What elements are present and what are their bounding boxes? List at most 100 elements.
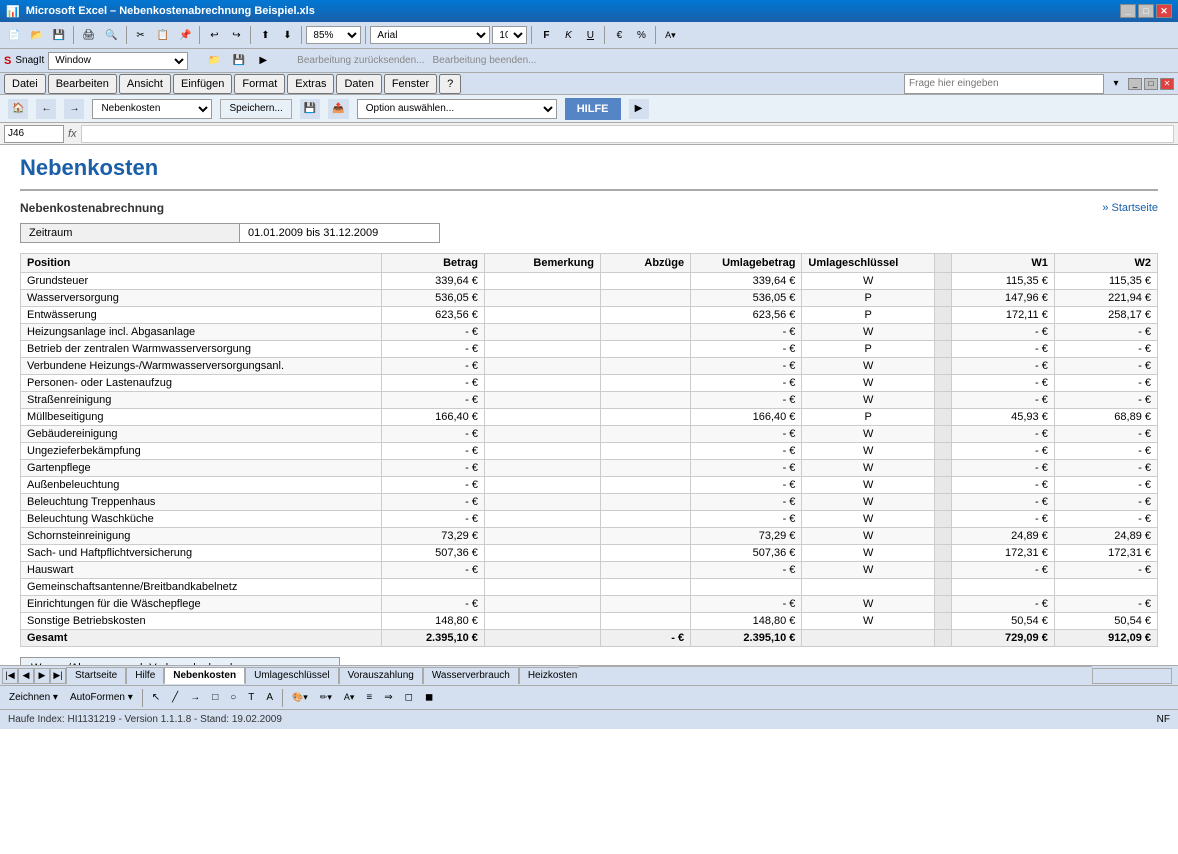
sheet-tab[interactable]: Startseite <box>66 667 126 684</box>
table-row: Straßenreinigung- €- €W- €- € <box>21 392 1158 409</box>
hilfe-button[interactable]: HILFE <box>565 98 621 120</box>
sheet-tabs-container: StartseiteHilfeNebenkostenUmlageschlüsse… <box>66 667 579 684</box>
draw-line-color[interactable]: ✏▾ <box>315 689 337 707</box>
col-umlagebetrag: Umlagebetrag <box>691 254 802 273</box>
menu-daten[interactable]: Daten <box>336 74 381 94</box>
currency-button[interactable]: € <box>609 25 629 45</box>
menu-bar: Datei Bearbeiten Ansicht Einfügen Format… <box>0 73 1178 95</box>
menu-bearbeiten[interactable]: Bearbeiten <box>48 74 117 94</box>
sep1 <box>73 26 74 44</box>
close-button[interactable]: ✕ <box>1156 4 1172 18</box>
fontsize-combo[interactable]: 10 <box>492 26 527 44</box>
draw-line[interactable]: ╱ <box>167 689 183 707</box>
menu-extras[interactable]: Extras <box>287 74 334 94</box>
italic-button[interactable]: K <box>558 25 578 45</box>
help-search-button[interactable]: ▾ <box>1106 74 1126 94</box>
zoom-combo[interactable]: 85%100%75% <box>306 26 361 44</box>
nav-section-combo[interactable]: Nebenkosten <box>92 99 212 119</box>
nav-option-combo[interactable]: Option auswählen... <box>357 99 557 119</box>
nav-back-button[interactable]: ← <box>36 99 56 119</box>
snagit-btn1[interactable]: 📁 <box>204 51 224 71</box>
table-row: Heizungsanlage incl. Abgasanlage- €- €W-… <box>21 324 1158 341</box>
table-row: Einrichtungen für die Wäschepflege- €- €… <box>21 596 1158 613</box>
print-button[interactable]: 🖨 <box>78 25 99 45</box>
draw-shadow[interactable]: ◻ <box>400 689 418 707</box>
sep6 <box>365 26 366 44</box>
draw-3d[interactable]: ◼ <box>420 689 438 707</box>
snagit-btn3[interactable]: ▶ <box>253 51 273 71</box>
draw-font-color[interactable]: A▾ <box>339 689 360 707</box>
font-color-button[interactable]: A▾ <box>660 25 680 45</box>
help-maximize[interactable]: □ <box>1144 78 1158 90</box>
window-combo[interactable]: Window <box>48 52 188 70</box>
snagit-label: SnagIt <box>15 55 44 66</box>
nav-save-icon2[interactable]: 📤 <box>328 99 348 119</box>
nav-home-button[interactable]: 🏠 <box>8 99 28 119</box>
new-button[interactable]: 📄 <box>4 25 24 45</box>
nav-save-icon1[interactable]: 💾 <box>300 99 320 119</box>
menu-ansicht[interactable]: Ansicht <box>119 74 171 94</box>
zeichnen-button[interactable]: Zeichnen ▾ <box>4 689 63 707</box>
wasser-verbrauch-button[interactable]: Wasser/Abwasser nach Verbrauch abrechnen <box>20 657 340 665</box>
bold-button[interactable]: F <box>536 25 556 45</box>
paste-button[interactable]: 📌 <box>175 25 195 45</box>
hilfe-arrow[interactable]: ▶ <box>629 99 649 119</box>
menu-help[interactable]: ? <box>439 74 461 94</box>
sheet-tab[interactable]: Nebenkosten <box>164 667 245 684</box>
sort-asc-button[interactable]: ⬆ <box>255 25 275 45</box>
save-toolbar-button[interactable]: 💾 <box>49 25 69 45</box>
autoformen-button[interactable]: AutoFormen ▾ <box>65 689 138 707</box>
draw-wordart[interactable]: A <box>261 689 278 707</box>
draw-oval[interactable]: ○ <box>225 689 241 707</box>
cell-reference-input[interactable] <box>4 125 64 143</box>
sheet-tab[interactable]: Vorauszahlung <box>339 667 423 684</box>
content-area: Nebenkosten Nebenkostenabrechnung » Star… <box>0 145 1178 665</box>
page-title: Nebenkosten <box>20 155 1158 191</box>
draw-lines[interactable]: ≡ <box>361 689 377 707</box>
nav-save-button[interactable]: Speichern... <box>220 99 291 119</box>
help-search-input[interactable] <box>904 74 1104 94</box>
sheet-tab[interactable]: Heizkosten <box>519 667 579 684</box>
table-row: Gartenpflege- €- €W- €- € <box>21 460 1158 477</box>
sort-desc-button[interactable]: ⬇ <box>277 25 297 45</box>
formula-input[interactable] <box>81 125 1174 143</box>
sheet-nav-prev[interactable]: ◀ <box>18 668 34 684</box>
open-button[interactable]: 📂 <box>26 25 46 45</box>
menu-datei[interactable]: Datei <box>4 74 46 94</box>
sheet-nav-last[interactable]: ▶| <box>50 668 66 684</box>
draw-arrow[interactable]: → <box>185 689 205 707</box>
table-row: Sach- und Haftpflichtversicherung507,36 … <box>21 545 1158 562</box>
menu-einfuegen[interactable]: Einfügen <box>173 74 232 94</box>
draw-text[interactable]: T <box>243 689 259 707</box>
underline-button[interactable]: U <box>580 25 600 45</box>
minimize-button[interactable]: _ <box>1120 4 1136 18</box>
redo-button[interactable]: ↪ <box>226 25 246 45</box>
sheet-tab[interactable]: Umlageschlüssel <box>245 667 339 684</box>
sheet-nav-next[interactable]: ▶ <box>34 668 50 684</box>
status-bar: Haufe Index: HI1131219 - Version 1.1.1.8… <box>0 709 1178 729</box>
format-button[interactable]: % <box>631 25 651 45</box>
draw-cursor[interactable]: ↖ <box>147 689 165 707</box>
undo-button[interactable]: ↩ <box>204 25 224 45</box>
maximize-button[interactable]: □ <box>1138 4 1154 18</box>
cut-button[interactable]: ✂ <box>131 25 151 45</box>
preview-button[interactable]: 🔍 <box>101 25 121 45</box>
col-umlageschluessel: Umlageschlüssel <box>802 254 935 273</box>
menu-format[interactable]: Format <box>234 74 285 94</box>
help-minimize[interactable]: _ <box>1128 78 1142 90</box>
sep5 <box>301 26 302 44</box>
font-combo[interactable]: Arial <box>370 26 490 44</box>
table-row: Hauswart- €- €W- €- € <box>21 562 1158 579</box>
draw-rect[interactable]: □ <box>207 689 223 707</box>
sheet-tab[interactable]: Wasserverbrauch <box>423 667 519 684</box>
nav-forward-button[interactable]: → <box>64 99 84 119</box>
draw-fill-color[interactable]: 🎨▾ <box>287 689 313 707</box>
snagit-btn2[interactable]: 💾 <box>229 51 249 71</box>
draw-arrows[interactable]: ⇒ <box>379 689 397 707</box>
help-close[interactable]: ✕ <box>1160 78 1174 90</box>
sheet-nav-first[interactable]: |◀ <box>2 668 18 684</box>
copy-button[interactable]: 📋 <box>153 25 173 45</box>
startseite-link[interactable]: » Startseite <box>1102 202 1158 214</box>
menu-fenster[interactable]: Fenster <box>384 74 437 94</box>
sheet-tab[interactable]: Hilfe <box>126 667 164 684</box>
